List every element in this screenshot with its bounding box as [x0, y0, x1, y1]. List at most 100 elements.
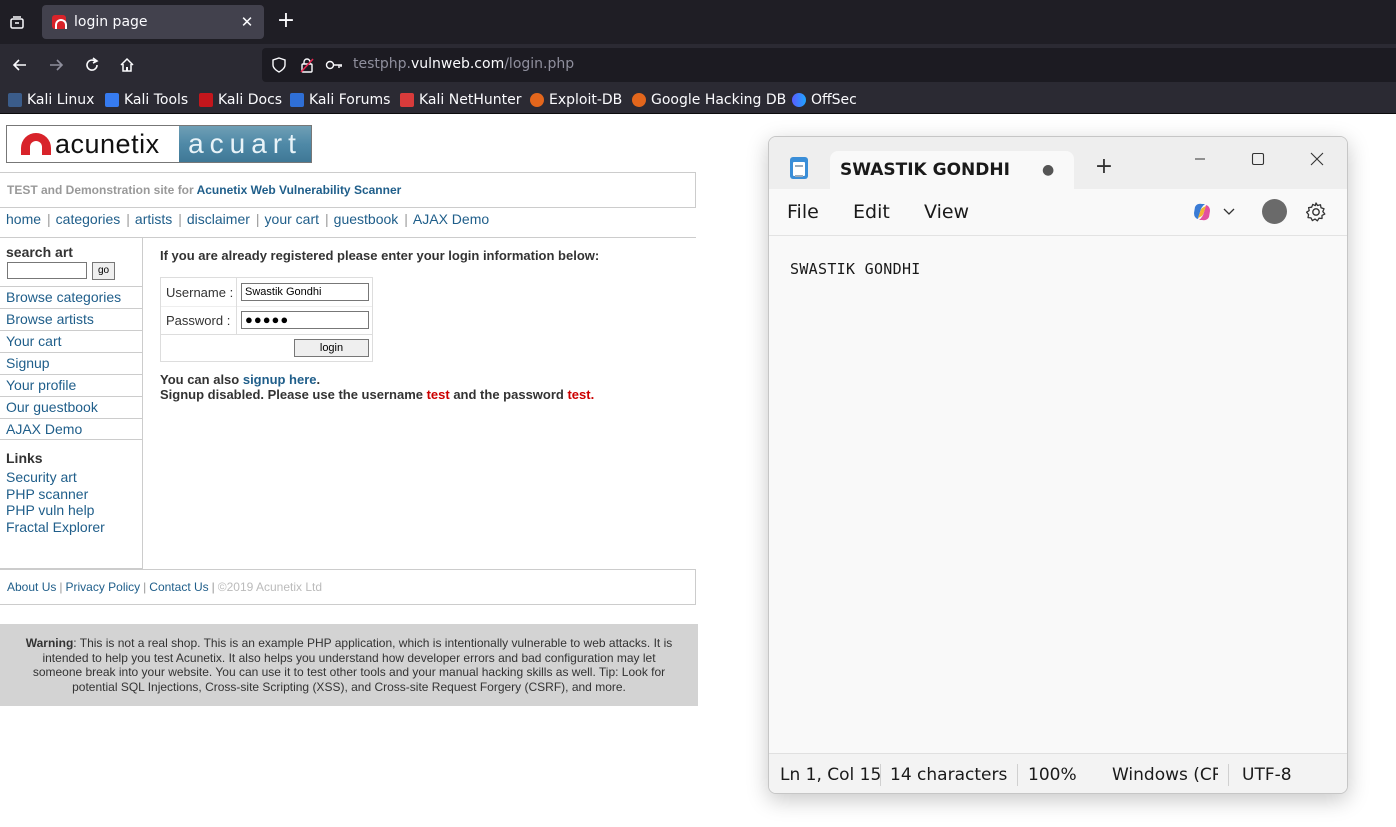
- home-icon: [120, 57, 134, 72]
- nav-disclaimer[interactable]: disclaimer: [187, 211, 250, 227]
- home-button[interactable]: [114, 52, 140, 78]
- sidebar-link[interactable]: Our guestbook: [6, 399, 98, 415]
- username-field[interactable]: Swastik Gondhi: [241, 283, 369, 301]
- maximize-icon: [1251, 152, 1265, 166]
- back-button[interactable]: [7, 52, 33, 78]
- signup-link[interactable]: signup here: [243, 372, 317, 387]
- avatar[interactable]: [1262, 199, 1287, 224]
- nethunter-icon: [400, 93, 414, 107]
- close-tab-icon[interactable]: ✕: [236, 13, 258, 31]
- login-button[interactable]: login: [294, 339, 369, 357]
- gear-icon[interactable]: [1305, 201, 1327, 223]
- line-ending[interactable]: Windows (CRLF): [1112, 765, 1218, 785]
- bookmark-kali-forums[interactable]: Kali Forums: [290, 91, 390, 109]
- sidebar-link[interactable]: Browse artists: [6, 311, 94, 327]
- insecure-lock-icon[interactable]: [298, 56, 316, 74]
- cursor-position: Ln 1, Col 15: [780, 765, 882, 785]
- notepad-text-area[interactable]: SWASTIK GONDHI: [769, 237, 1347, 753]
- copilot-icon[interactable]: [1191, 201, 1213, 223]
- link-php-vuln-help[interactable]: PHP vuln help: [6, 502, 105, 519]
- menu-view[interactable]: View: [924, 201, 969, 223]
- chevron-down-icon[interactable]: [1221, 203, 1237, 219]
- bookmark-kali-linux[interactable]: Kali Linux: [8, 91, 94, 109]
- bookmark-kali-tools[interactable]: Kali Tools: [105, 91, 188, 109]
- maximize-button[interactable]: [1235, 143, 1281, 175]
- links-list: Security art PHP scanner PHP vuln help F…: [6, 469, 105, 535]
- zoom-level[interactable]: 100%: [1028, 765, 1077, 785]
- reload-icon: [86, 57, 99, 71]
- login-intro-text: If you are already registered please ent…: [160, 248, 600, 263]
- menu-file[interactable]: File: [787, 201, 819, 223]
- password-field[interactable]: ●●●●●: [241, 311, 369, 329]
- username-label: Username :: [166, 285, 234, 300]
- notepad-window: SWASTIK GONDHI ● + File Edit View SWASTI…: [768, 136, 1348, 794]
- nav-guestbook[interactable]: guestbook: [334, 211, 399, 227]
- footer-separator: |: [211, 580, 215, 594]
- site-tagline: TEST and Demonstration site for Acunetix…: [0, 172, 696, 208]
- search-title: search art: [6, 244, 73, 260]
- nav-ajax-demo[interactable]: AJAX Demo: [413, 211, 489, 227]
- bookmark-kali-docs[interactable]: Kali Docs: [199, 91, 282, 109]
- status-divider: [1228, 764, 1229, 786]
- site-logo[interactable]: acunetix acuart: [6, 125, 312, 163]
- kali-dragon-icon: [8, 93, 22, 107]
- nav-separator: |: [404, 211, 408, 227]
- nav-categories[interactable]: categories: [56, 211, 121, 227]
- footer-about-us[interactable]: About Us: [7, 580, 56, 594]
- bookmark-google-hacking-db[interactable]: Google Hacking DB: [632, 91, 786, 109]
- signup-end: .: [590, 387, 595, 402]
- nav-home[interactable]: home: [6, 211, 41, 227]
- url-text[interactable]: testphp.vulnweb.com/login.php: [353, 56, 574, 72]
- sidebar-link[interactable]: Browse categories: [6, 289, 121, 305]
- bookmark-offsec[interactable]: OffSec: [792, 91, 857, 109]
- shield-icon[interactable]: [270, 56, 288, 74]
- notepad-status-bar: Ln 1, Col 15 14 characters 100% Windows …: [769, 753, 1347, 793]
- also-prefix: You can also: [160, 372, 243, 387]
- close-window-button[interactable]: [1294, 143, 1340, 175]
- sidebar-link[interactable]: Your profile: [6, 377, 76, 393]
- reload-button[interactable]: [79, 52, 105, 78]
- sidebar-item-your-profile: Your profile: [0, 374, 142, 396]
- sidebar-link[interactable]: Signup: [6, 355, 50, 371]
- warning-text: : This is not a real shop. This is an ex…: [32, 636, 673, 694]
- password-label: Password :: [166, 313, 231, 328]
- bookmark-kali-nethunter[interactable]: Kali NetHunter: [400, 91, 521, 109]
- notepad-tab[interactable]: SWASTIK GONDHI ●: [830, 151, 1074, 189]
- search-go-button[interactable]: go: [92, 262, 115, 280]
- bookmark-exploit-db[interactable]: Exploit-DB: [530, 91, 622, 109]
- warning-box: Warning: This is not a real shop. This i…: [0, 624, 698, 706]
- notepad-content: SWASTIK GONDHI: [790, 260, 921, 278]
- nav-your-cart[interactable]: your cart: [265, 211, 319, 227]
- unsaved-indicator-icon[interactable]: ●: [1042, 162, 1054, 178]
- link-php-scanner[interactable]: PHP scanner: [6, 486, 105, 503]
- notepad-title-bar[interactable]: SWASTIK GONDHI ● +: [769, 137, 1347, 189]
- encoding[interactable]: UTF-8: [1242, 765, 1292, 785]
- menu-edit[interactable]: Edit: [853, 201, 890, 223]
- footer-contact-us[interactable]: Contact Us: [149, 580, 208, 594]
- notepad-menu-bar: File Edit View: [769, 189, 1347, 236]
- site-footer: About Us | Privacy Policy | Contact Us | ©2019…: [0, 569, 696, 605]
- sidebar-item-your-cart: Your cart: [0, 330, 142, 352]
- sidebar-link[interactable]: Your cart: [6, 333, 62, 349]
- key-icon[interactable]: [325, 56, 343, 74]
- address-bar[interactable]: testphp.vulnweb.com/login.php: [262, 48, 1396, 82]
- link-security-art[interactable]: Security art: [6, 469, 105, 486]
- forward-button[interactable]: [43, 52, 69, 78]
- bookmark-label: Kali Linux: [27, 92, 95, 108]
- browser-tab-active[interactable]: login page ✕: [42, 5, 264, 39]
- list-all-tabs-button[interactable]: [4, 8, 30, 36]
- sidebar-link[interactable]: AJAX Demo: [6, 421, 82, 437]
- footer-privacy-policy[interactable]: Privacy Policy: [65, 580, 140, 594]
- status-divider: [880, 764, 881, 786]
- test-password: test: [567, 387, 591, 402]
- link-fractal-explorer[interactable]: Fractal Explorer: [6, 519, 105, 536]
- search-input[interactable]: [7, 262, 87, 279]
- scanner-link[interactable]: Acunetix Web Vulnerability Scanner: [197, 183, 402, 197]
- minimize-button[interactable]: [1177, 143, 1223, 175]
- nav-artists[interactable]: artists: [135, 211, 172, 227]
- notepad-new-tab-button[interactable]: +: [1092, 155, 1116, 179]
- nav-separator: |: [325, 211, 329, 227]
- kali-docs-icon: [199, 93, 213, 107]
- new-tab-button[interactable]: +: [274, 10, 298, 34]
- url-domain: vulnweb.com: [410, 56, 505, 72]
